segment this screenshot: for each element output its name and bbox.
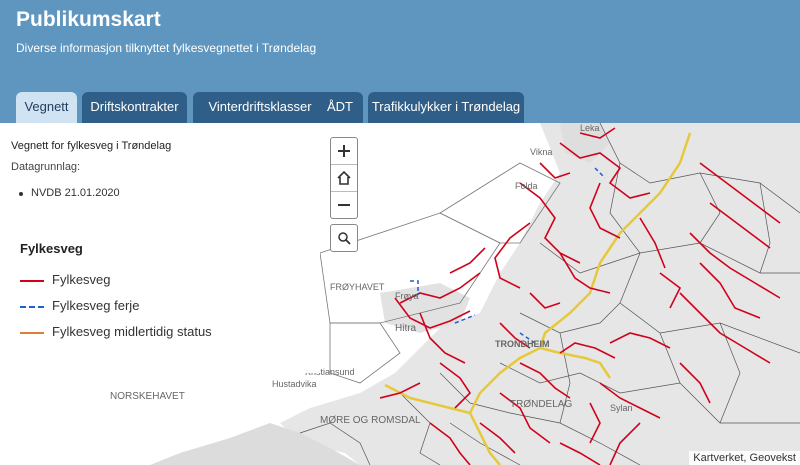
legend-swatch-solid-red: [20, 280, 44, 282]
label-folda: Folda: [515, 181, 538, 191]
plus-icon: [338, 145, 350, 157]
legend-swatch-solid-orange: [20, 332, 44, 334]
search-button[interactable]: [330, 224, 358, 252]
panel-data-item: NVDB 21.01.2020: [19, 187, 120, 199]
panel-data-label: Datagrunnlag:: [11, 161, 81, 173]
legend-label: Fylkesveg ferje: [52, 298, 140, 313]
label-hustadvika: Hustadvika: [272, 379, 317, 389]
zoom-out-button[interactable]: [331, 192, 357, 218]
legend-label: Fylkesveg midlertidig status: [52, 324, 212, 339]
search-icon: [338, 232, 351, 245]
label-hitra: Hitra: [395, 323, 417, 334]
legend-label: Fylkesveg: [52, 272, 111, 287]
legend-swatch-dashed-blue: [20, 306, 44, 308]
home-icon: [337, 170, 351, 185]
zoom-control: [330, 137, 358, 219]
tab-vinterdriftsklasser[interactable]: Vinterdriftsklasser: [193, 92, 327, 123]
page-subtitle: Diverse informasjon tilknyttet fylkesveg…: [16, 41, 317, 55]
tab-driftskontrakter[interactable]: Driftskontrakter: [82, 92, 187, 123]
tab-vegnett[interactable]: Vegnett: [16, 92, 77, 123]
info-panel: Vegnett for fylkesveg i Trøndelag Datagr…: [0, 123, 320, 373]
label-froyhavet: FRØYHAVET: [330, 282, 385, 292]
tab-adt[interactable]: ÅDT: [317, 92, 363, 123]
label-leka: Leka: [580, 123, 600, 133]
map-attribution: Kartverket, Geovekst: [689, 451, 800, 465]
tab-trafikkulykker[interactable]: Trafikkulykker i Trøndelag: [368, 92, 524, 123]
minus-icon: [338, 204, 350, 206]
label-more-romsdal: MØRE OG ROMSDAL: [320, 415, 421, 426]
label-vikna: Vikna: [530, 147, 552, 157]
header: Publikumskart Diverse informasjon tilkny…: [0, 0, 800, 123]
legend-title: Fylkesveg: [20, 241, 83, 256]
label-trondheim: TRONDHEIM: [495, 339, 550, 349]
zoom-in-button[interactable]: [331, 138, 357, 165]
label-froya: Frøya: [395, 291, 419, 301]
label-norskehavet: NORSKEHAVET: [110, 391, 185, 402]
page-title: Publikumskart: [16, 8, 161, 31]
label-trondelag: TRØNDELAG: [510, 399, 572, 410]
home-button[interactable]: [331, 165, 357, 192]
label-sylan: Sylan: [610, 403, 633, 413]
panel-heading: Vegnett for fylkesveg i Trøndelag: [11, 140, 172, 152]
